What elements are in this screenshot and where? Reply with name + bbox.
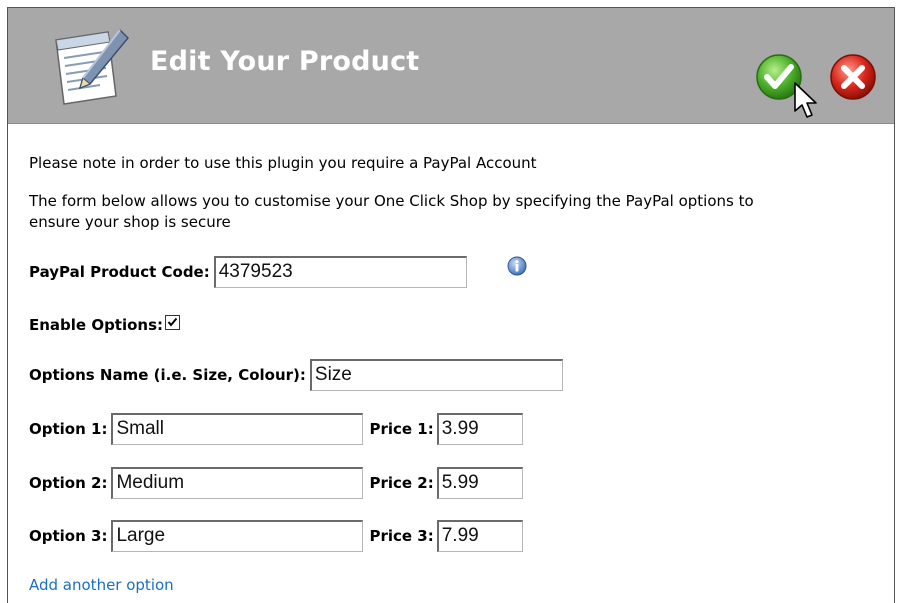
price-1-input[interactable]: 3.99: [436, 413, 523, 445]
checkmark-icon: [167, 317, 178, 327]
options-name-label: Options Name (i.e. Size, Colour):: [29, 366, 306, 384]
green-check-icon[interactable]: [754, 52, 804, 102]
info-icon[interactable]: [507, 256, 527, 276]
price-1-label: Price 1:: [369, 420, 434, 438]
edit-product-panel: Edit Your Product Please note in order t…: [7, 7, 895, 603]
option-2-label: Option 2:: [29, 474, 108, 492]
form-description-line1: The form below allows you to customise y…: [29, 192, 754, 210]
options-name-input[interactable]: Size: [309, 359, 563, 391]
page-title: Edit Your Product: [150, 46, 420, 77]
enable-options-row: Enable Options:: [29, 313, 181, 337]
option-3-input[interactable]: Large: [111, 520, 364, 552]
notepad-pencil-icon: [55, 28, 130, 105]
product-code-row: PayPal Product Code: 4379523: [29, 256, 467, 288]
form-description-line2: ensure your shop is secure: [29, 213, 231, 231]
price-3-label: Price 3:: [369, 527, 434, 545]
product-code-input[interactable]: 4379523: [213, 256, 467, 288]
option-2-input[interactable]: Medium: [111, 467, 364, 499]
add-another-option-link[interactable]: Add another option: [29, 576, 174, 594]
paypal-note: Please note in order to use this plugin …: [29, 154, 537, 172]
price-2-input[interactable]: 5.99: [436, 467, 523, 499]
option-row-3: Option 3: Large Price 3: 7.99: [29, 520, 523, 552]
option-row-1: Option 1: Small Price 1: 3.99: [29, 413, 523, 445]
option-1-label: Option 1:: [29, 420, 108, 438]
option-3-label: Option 3:: [29, 527, 108, 545]
header-bar: Edit Your Product: [8, 8, 894, 124]
enable-options-checkbox[interactable]: [165, 314, 181, 330]
option-row-2: Option 2: Medium Price 2: 5.99: [29, 467, 523, 499]
option-1-input[interactable]: Small: [111, 413, 364, 445]
price-3-input[interactable]: 7.99: [436, 520, 523, 552]
price-2-label: Price 2:: [369, 474, 434, 492]
options-name-row: Options Name (i.e. Size, Colour): Size: [29, 359, 563, 391]
enable-options-label: Enable Options:: [29, 316, 164, 334]
red-x-icon[interactable]: [828, 52, 878, 102]
product-code-label: PayPal Product Code:: [29, 263, 210, 281]
